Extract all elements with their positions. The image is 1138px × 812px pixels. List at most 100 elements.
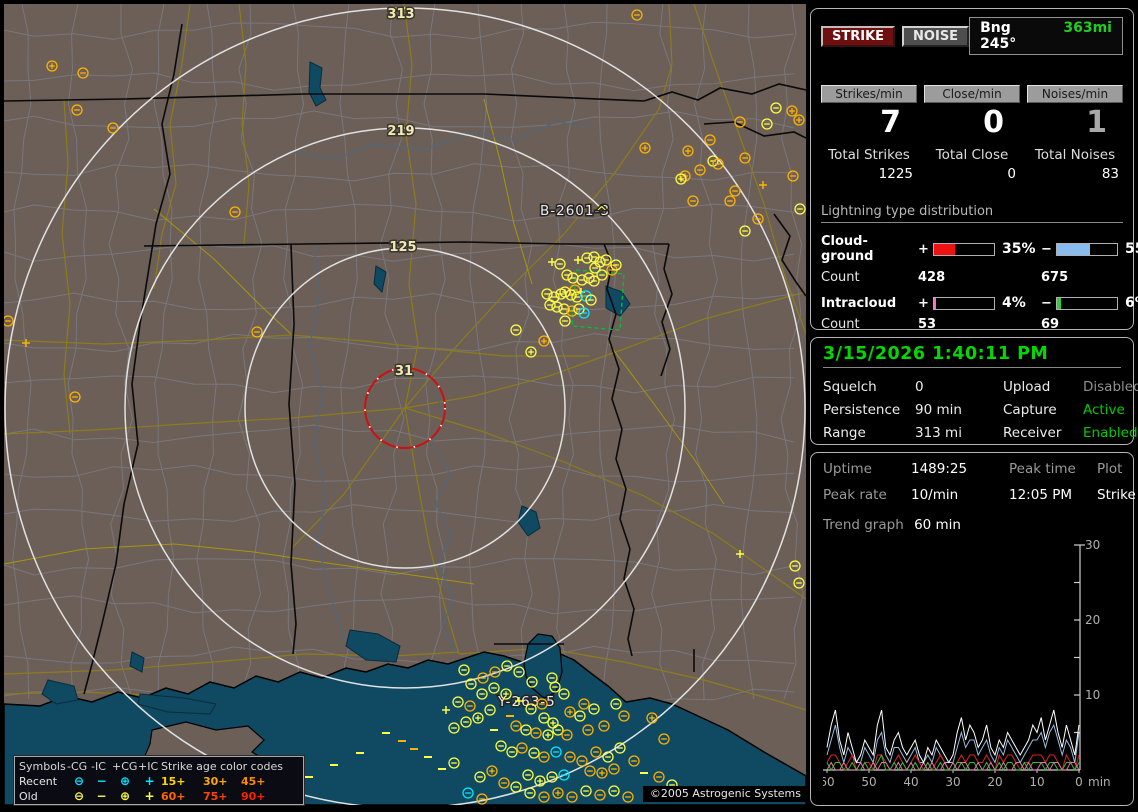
strike-symbol-cm bbox=[687, 195, 699, 207]
strikes-rate-value: 7 bbox=[880, 105, 901, 140]
total-noises-value: 83 bbox=[1101, 166, 1119, 182]
legend-row-label: Recent bbox=[19, 775, 58, 788]
count-label: Count bbox=[821, 317, 860, 332]
stats-panel: STRIKE NOISE Bng 245° 363mi Strikes/min … bbox=[810, 8, 1138, 332]
bearing-indicator: Bng 245° 363mi bbox=[969, 17, 1123, 55]
clock: 3/15/2026 1:40:11 PM bbox=[823, 344, 1121, 368]
strikes-per-min-chip: Strikes/min bbox=[821, 85, 917, 103]
strike-symbol-cp bbox=[538, 335, 550, 347]
close-counter: Close/min 0 Total Close 0 bbox=[924, 85, 1020, 182]
strike-symbol-cm bbox=[794, 203, 806, 215]
lightning-map-area[interactable]: 313 219 125 31 B-2601-3 ^ Y-263-5 Symbols -CG… bbox=[4, 4, 806, 806]
minus-icon: − bbox=[96, 789, 107, 803]
x-axis-unit: min bbox=[1088, 775, 1111, 789]
x-tick-label: 60 bbox=[823, 775, 835, 789]
cg-negative-pct: 55% bbox=[1125, 241, 1138, 257]
strike-toggle-button[interactable]: STRIKE bbox=[821, 25, 896, 47]
app-window: { "header": { "strike_btn": "STRIKE", "n… bbox=[0, 0, 1138, 812]
x-tick-label: 10 bbox=[1029, 775, 1044, 789]
strike-symbol-cm bbox=[69, 391, 81, 403]
squelch-label: Squelch bbox=[823, 379, 877, 395]
circle-plus-icon: ⊕ bbox=[119, 774, 131, 788]
age-badge: 90+ bbox=[241, 790, 266, 803]
strike-symbol-cm bbox=[739, 225, 751, 237]
cg-negative-bar bbox=[1056, 242, 1118, 256]
strike-symbol-cm bbox=[631, 9, 643, 21]
trend-graph-value: 60 min bbox=[914, 517, 961, 533]
plus-sign: + bbox=[918, 241, 929, 257]
peak-time-value: 12:05 PM bbox=[1009, 487, 1072, 503]
ic-positive-count: 53 bbox=[918, 317, 937, 332]
strike-symbol-cm bbox=[4, 315, 14, 327]
strike-symbol-cm bbox=[229, 206, 241, 218]
persistence-label: Persistence bbox=[823, 402, 901, 418]
y-tick-label: 10 bbox=[1085, 688, 1100, 702]
capture-status: Active bbox=[1083, 402, 1125, 418]
strike-symbol-cm bbox=[729, 185, 741, 197]
strike-symbol-cm bbox=[761, 118, 773, 130]
legend-header-nic: -IC bbox=[91, 760, 106, 773]
y-tick-label: 30 bbox=[1085, 538, 1100, 552]
strike-symbol-cm bbox=[510, 324, 522, 336]
total-strikes-value: 1225 bbox=[878, 166, 913, 182]
strike-symbol-cm bbox=[724, 195, 736, 207]
storm-cell-label: ^ bbox=[596, 204, 608, 220]
lightning-map[interactable]: 31321912531 B-2601-3^Y-263-5 bbox=[4, 4, 806, 805]
legend-header-ncg: -CG bbox=[67, 760, 88, 773]
squelch-value: 0 bbox=[915, 379, 924, 395]
peak-rate-value: 10/min bbox=[911, 487, 959, 503]
strike-symbol-cm bbox=[559, 315, 571, 327]
strike-symbol-cm bbox=[71, 104, 83, 116]
ic-positive-bar bbox=[933, 296, 995, 310]
close-per-min-chip: Close/min bbox=[924, 85, 1020, 103]
strike-symbol-cp bbox=[675, 173, 687, 185]
ic-positive-pct: 4% bbox=[1002, 295, 1026, 311]
receiver-status: Enabled bbox=[1083, 425, 1138, 441]
plot-value: Strike bbox=[1097, 487, 1136, 503]
status-panel: 3/15/2026 1:40:11 PM Squelch 0 Upload Di… bbox=[810, 337, 1138, 445]
strike-symbol-cm bbox=[576, 274, 588, 286]
strike-symbol-cp bbox=[46, 60, 58, 72]
total-strikes-label: Total Strikes bbox=[828, 147, 910, 163]
ic-negative-bar bbox=[1056, 296, 1118, 310]
ring-label: 31 bbox=[395, 364, 413, 379]
strike-symbol-cm bbox=[581, 252, 593, 264]
ring-label: 125 bbox=[389, 240, 416, 255]
noise-toggle-button[interactable]: NOISE bbox=[902, 25, 970, 47]
trend-series bbox=[826, 723, 1080, 765]
upload-label: Upload bbox=[1003, 379, 1051, 395]
strike-symbol-cp bbox=[639, 142, 651, 154]
ring-label: 313 bbox=[387, 7, 414, 22]
age-badge: 30+ bbox=[203, 775, 228, 788]
noises-counter: Noises/min 1 Total Noises 83 bbox=[1027, 85, 1123, 182]
strike-symbol-cm bbox=[739, 152, 751, 164]
plus-icon: + bbox=[144, 789, 155, 803]
trend-panel: Uptime 1489:25 Peak time Plot Peak rate … bbox=[810, 452, 1136, 806]
plus-sign: + bbox=[918, 295, 929, 311]
strike-symbol-cm bbox=[567, 272, 579, 284]
x-tick-label: 30 bbox=[945, 775, 960, 789]
count-label: Count bbox=[821, 270, 860, 285]
strike-symbol-cm bbox=[596, 269, 608, 281]
cg-positive-count: 428 bbox=[918, 270, 946, 285]
uptime-value: 1489:25 bbox=[911, 461, 968, 477]
noises-per-min-chip: Noises/min bbox=[1027, 85, 1123, 103]
strike-symbol-cm bbox=[107, 122, 119, 134]
range-label: Range bbox=[823, 425, 866, 441]
ic-negative-pct: 6% bbox=[1125, 295, 1138, 311]
ic-negative-count: 69 bbox=[1041, 317, 1060, 332]
age-badge: 15+ bbox=[161, 775, 186, 788]
close-rate-value: 0 bbox=[983, 105, 1004, 140]
symbol-legend: Symbols -CG -IC +CG +IC Strike age color… bbox=[13, 755, 305, 806]
strike-symbol-cm bbox=[770, 102, 782, 114]
minus-sign: − bbox=[1041, 295, 1052, 311]
receiver-label: Receiver bbox=[1003, 425, 1062, 441]
legend-header-pic: +IC bbox=[138, 760, 159, 773]
circle-plus-icon: ⊕ bbox=[119, 789, 131, 803]
strike-symbol-cm bbox=[251, 326, 263, 338]
strike-symbol-cm bbox=[600, 254, 612, 266]
cloud-ground-label: Cloud-ground bbox=[821, 234, 874, 264]
distribution-title: Lightning type distribution bbox=[821, 204, 1123, 223]
uptime-label: Uptime bbox=[823, 461, 872, 477]
strike-symbol-cm bbox=[752, 213, 764, 225]
